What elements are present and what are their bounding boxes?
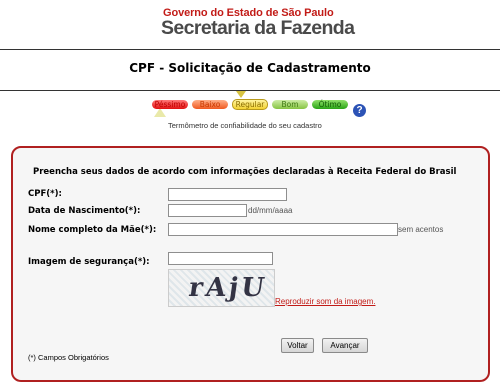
captcha-label: Imagem de segurança(*): <box>28 257 150 267</box>
level-baixo: Baixo <box>192 100 228 109</box>
reliability-thermometer: Péssimo Baixo Regular Bom Ótimo <box>152 91 352 117</box>
captcha-input[interactable] <box>168 252 273 265</box>
form-heading: Preencha seus dados de acordo com inform… <box>33 167 457 177</box>
mother-name-input[interactable] <box>168 223 398 236</box>
level-marker-icon <box>236 91 246 98</box>
thermometer-caption: Termômetro de confiabilidade do seu cada… <box>168 121 322 130</box>
play-captcha-audio-link[interactable]: Reproduzir som da imagem. <box>275 297 375 306</box>
level-bom: Bom <box>272 100 308 109</box>
thermometer-base-icon <box>154 108 166 117</box>
birth-date-label: Data de Nascimento(*): <box>28 206 141 216</box>
mother-name-label: Nome completo da Mãe(*): <box>28 225 157 235</box>
captcha-image: rAjU <box>168 269 275 307</box>
title-divider <box>0 90 500 91</box>
level-regular: Regular <box>232 99 268 110</box>
birth-date-input[interactable] <box>168 204 247 217</box>
question-icon[interactable]: ? <box>353 104 366 117</box>
secretariat-logo-text: Secretaria da Fazenda <box>161 17 355 39</box>
back-button[interactable]: Voltar <box>281 338 314 353</box>
top-divider <box>0 49 500 50</box>
birth-date-hint: dd/mm/aaaa <box>248 206 293 215</box>
level-otimo: Ótimo <box>312 100 348 109</box>
cpf-label: CPF(*): <box>28 189 62 199</box>
cpf-input[interactable] <box>168 188 287 201</box>
next-button[interactable]: Avançar <box>322 338 368 353</box>
mother-name-hint: sem acentos <box>398 225 444 234</box>
level-pessimo: Péssimo <box>152 100 188 109</box>
site-header: Governo do Estado de São Paulo Secretari… <box>0 0 500 42</box>
captcha-text: rAjU <box>186 273 270 303</box>
page-title: CPF - Solicitação de Cadastramento <box>129 61 371 75</box>
required-fields-note: (*) Campos Obrigatórios <box>28 353 109 362</box>
